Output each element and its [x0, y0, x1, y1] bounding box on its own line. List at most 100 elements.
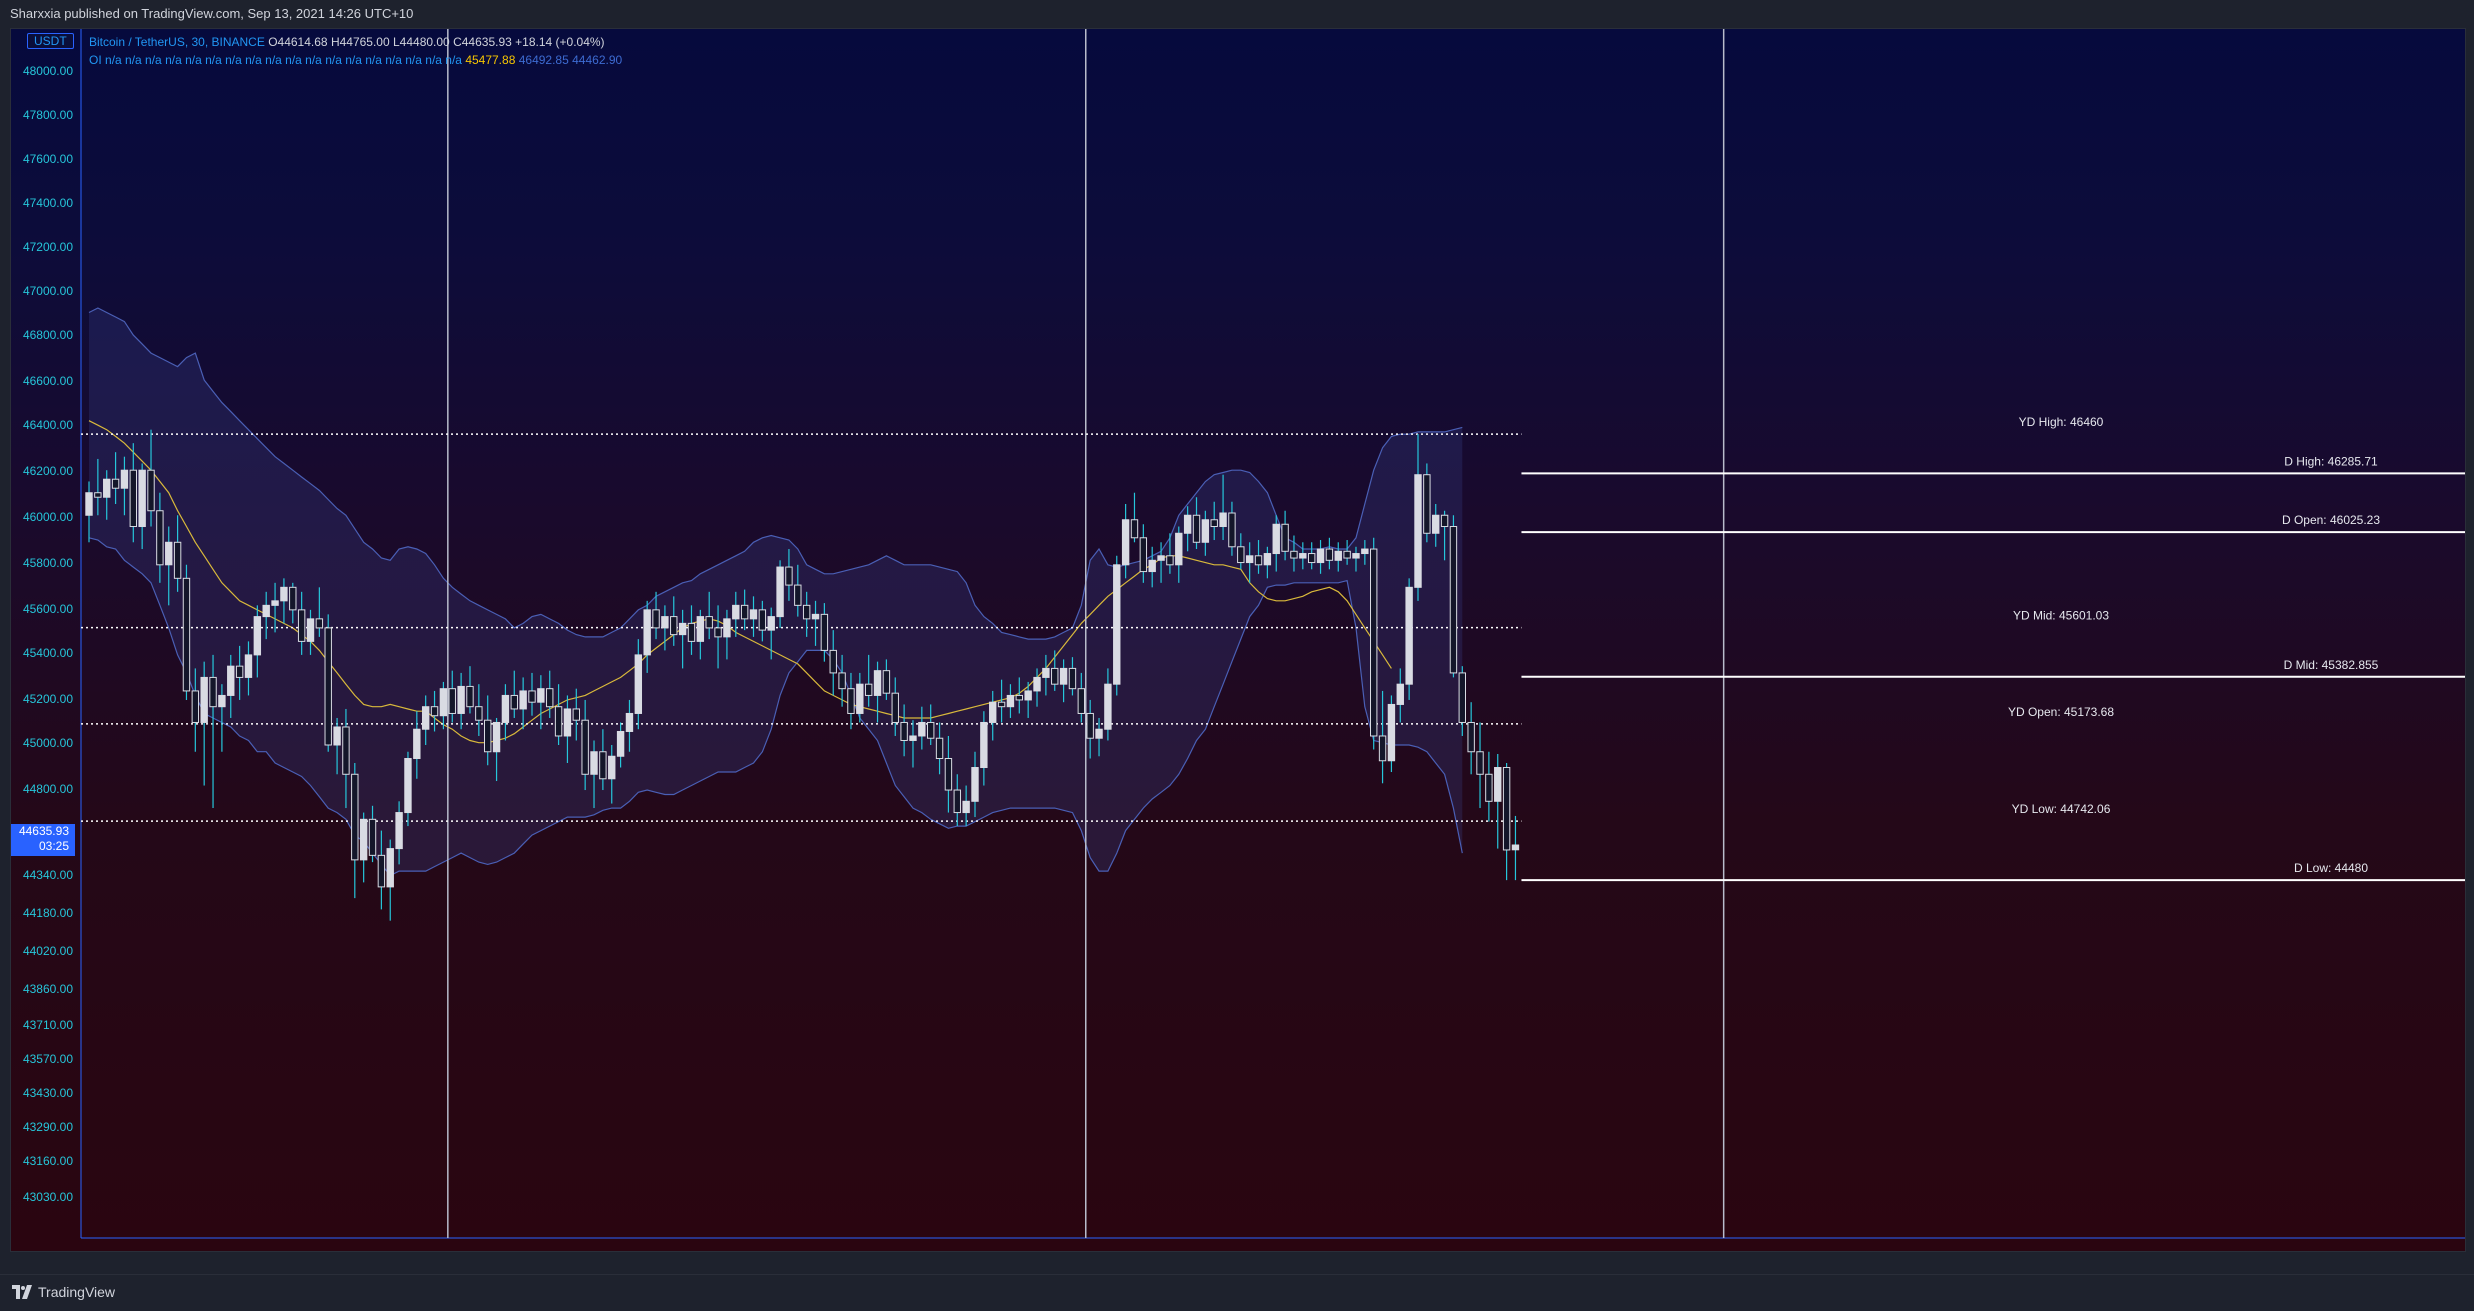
candle-body [457, 685, 465, 714]
oi-value-basis: 45477.88 [465, 53, 516, 67]
candle-body [1104, 683, 1112, 730]
candle-body [1316, 548, 1325, 564]
price-tick-label: 45200.00 [23, 692, 73, 706]
candle-body [1183, 514, 1192, 534]
candle-body [1440, 514, 1449, 528]
level-label: D Open: 46025.23 [2282, 513, 2380, 527]
price-tick-label: 45400.00 [23, 646, 73, 660]
level-label: YD Low: 44742.06 [2012, 802, 2111, 816]
candle-body [103, 478, 111, 498]
candle-body [1378, 735, 1387, 762]
candle-body [546, 688, 554, 708]
chart-frame[interactable]: 48000.00 47800.00 47600.00 47400.00 47200.00… [10, 28, 2466, 1252]
candle-body [244, 654, 253, 678]
level-label: YD High: 46460 [2019, 415, 2104, 429]
candle-body [1414, 474, 1422, 588]
candle-body [1157, 555, 1165, 561]
candle-body [740, 604, 749, 620]
candle-body [1148, 559, 1156, 573]
candle-body [475, 706, 483, 721]
candle-body [1458, 672, 1466, 723]
candle-body [873, 670, 882, 696]
candle-body [439, 688, 448, 717]
candle-body [1396, 683, 1404, 705]
candle-body [156, 510, 164, 566]
price-tick-label: 45000.00 [23, 736, 73, 750]
oi-label[interactable]: OI [89, 53, 102, 67]
legend-symbol[interactable]: Bitcoin / TetherUS, 30, BINANCE [89, 35, 265, 49]
publisher-line: Sharxxia published on TradingView.com, S… [10, 6, 414, 21]
candle-body [537, 688, 545, 703]
price-tick-label: 47600.00 [23, 152, 73, 166]
candle-body [608, 755, 616, 780]
tradingview-logo-icon [12, 1285, 32, 1299]
candle-body [811, 613, 820, 620]
candle-body [1370, 548, 1378, 737]
candle-body [732, 604, 740, 620]
candle-body [634, 654, 643, 714]
candle-body [484, 719, 492, 753]
candle-body [1432, 514, 1440, 534]
price-tick-label: 44020.00 [23, 944, 73, 958]
candle-body [1068, 667, 1077, 690]
candle-body [1042, 667, 1050, 678]
candle-body [209, 676, 217, 708]
candle-body [1237, 546, 1245, 564]
candle-body [918, 721, 926, 737]
candle-body [253, 616, 262, 656]
candle-body [563, 708, 572, 737]
candle-body [120, 469, 129, 489]
candle-body [767, 616, 775, 631]
candle-body [616, 730, 625, 757]
candle-body [173, 541, 182, 579]
price-tick-label: 43290.00 [23, 1120, 73, 1134]
tradingview-brand[interactable]: TradingView [12, 1284, 115, 1300]
currency-badge[interactable]: USDT [27, 33, 74, 49]
candle-body [1086, 712, 1094, 739]
candle-body [802, 604, 811, 620]
candle-body [377, 854, 386, 888]
candle-body [749, 609, 758, 620]
price-tick-label: 48000.00 [23, 64, 73, 78]
candle-body [492, 721, 501, 753]
candle-body [1343, 550, 1351, 559]
candle-body [1210, 519, 1218, 528]
candle-body [856, 683, 864, 714]
candle-body [1059, 667, 1068, 685]
candle-body [864, 683, 873, 696]
candle-body [324, 627, 332, 746]
candle-body [368, 818, 377, 856]
candle-body [1467, 721, 1475, 753]
candle-body [289, 586, 297, 611]
candle-body [678, 622, 687, 636]
price-tick-label: 47000.00 [23, 284, 73, 298]
price-tick-label: 46600.00 [23, 374, 73, 388]
candle-body [1113, 564, 1121, 685]
candle-body [882, 670, 891, 694]
candle-body [1130, 519, 1139, 539]
candle-body [891, 692, 899, 723]
brand-label: TradingView [38, 1284, 116, 1300]
candle-body [1485, 773, 1493, 802]
candle-body [900, 721, 908, 741]
candle-body [1024, 690, 1032, 701]
candle-body [1077, 688, 1086, 714]
candle-body [129, 469, 137, 528]
price-tick-label: 46800.00 [23, 328, 73, 342]
candle-body [625, 712, 634, 732]
candle-body [280, 586, 288, 602]
candle-body [1121, 519, 1130, 566]
candle-body [661, 616, 669, 629]
current-price-value: 44635.93 [18, 824, 69, 838]
candle-body [785, 566, 793, 586]
candle-body [989, 701, 997, 723]
candle-body [359, 818, 368, 861]
candle-body [404, 758, 412, 814]
candle-body [351, 773, 359, 861]
chart-canvas[interactable]: 48000.00 47800.00 47600.00 47400.00 47200.00… [11, 29, 2465, 1251]
candle-body [138, 469, 146, 528]
candle-body [395, 812, 403, 850]
candle-body [1015, 694, 1023, 701]
price-tick-label: 46200.00 [23, 464, 73, 478]
candle-body [696, 616, 705, 642]
